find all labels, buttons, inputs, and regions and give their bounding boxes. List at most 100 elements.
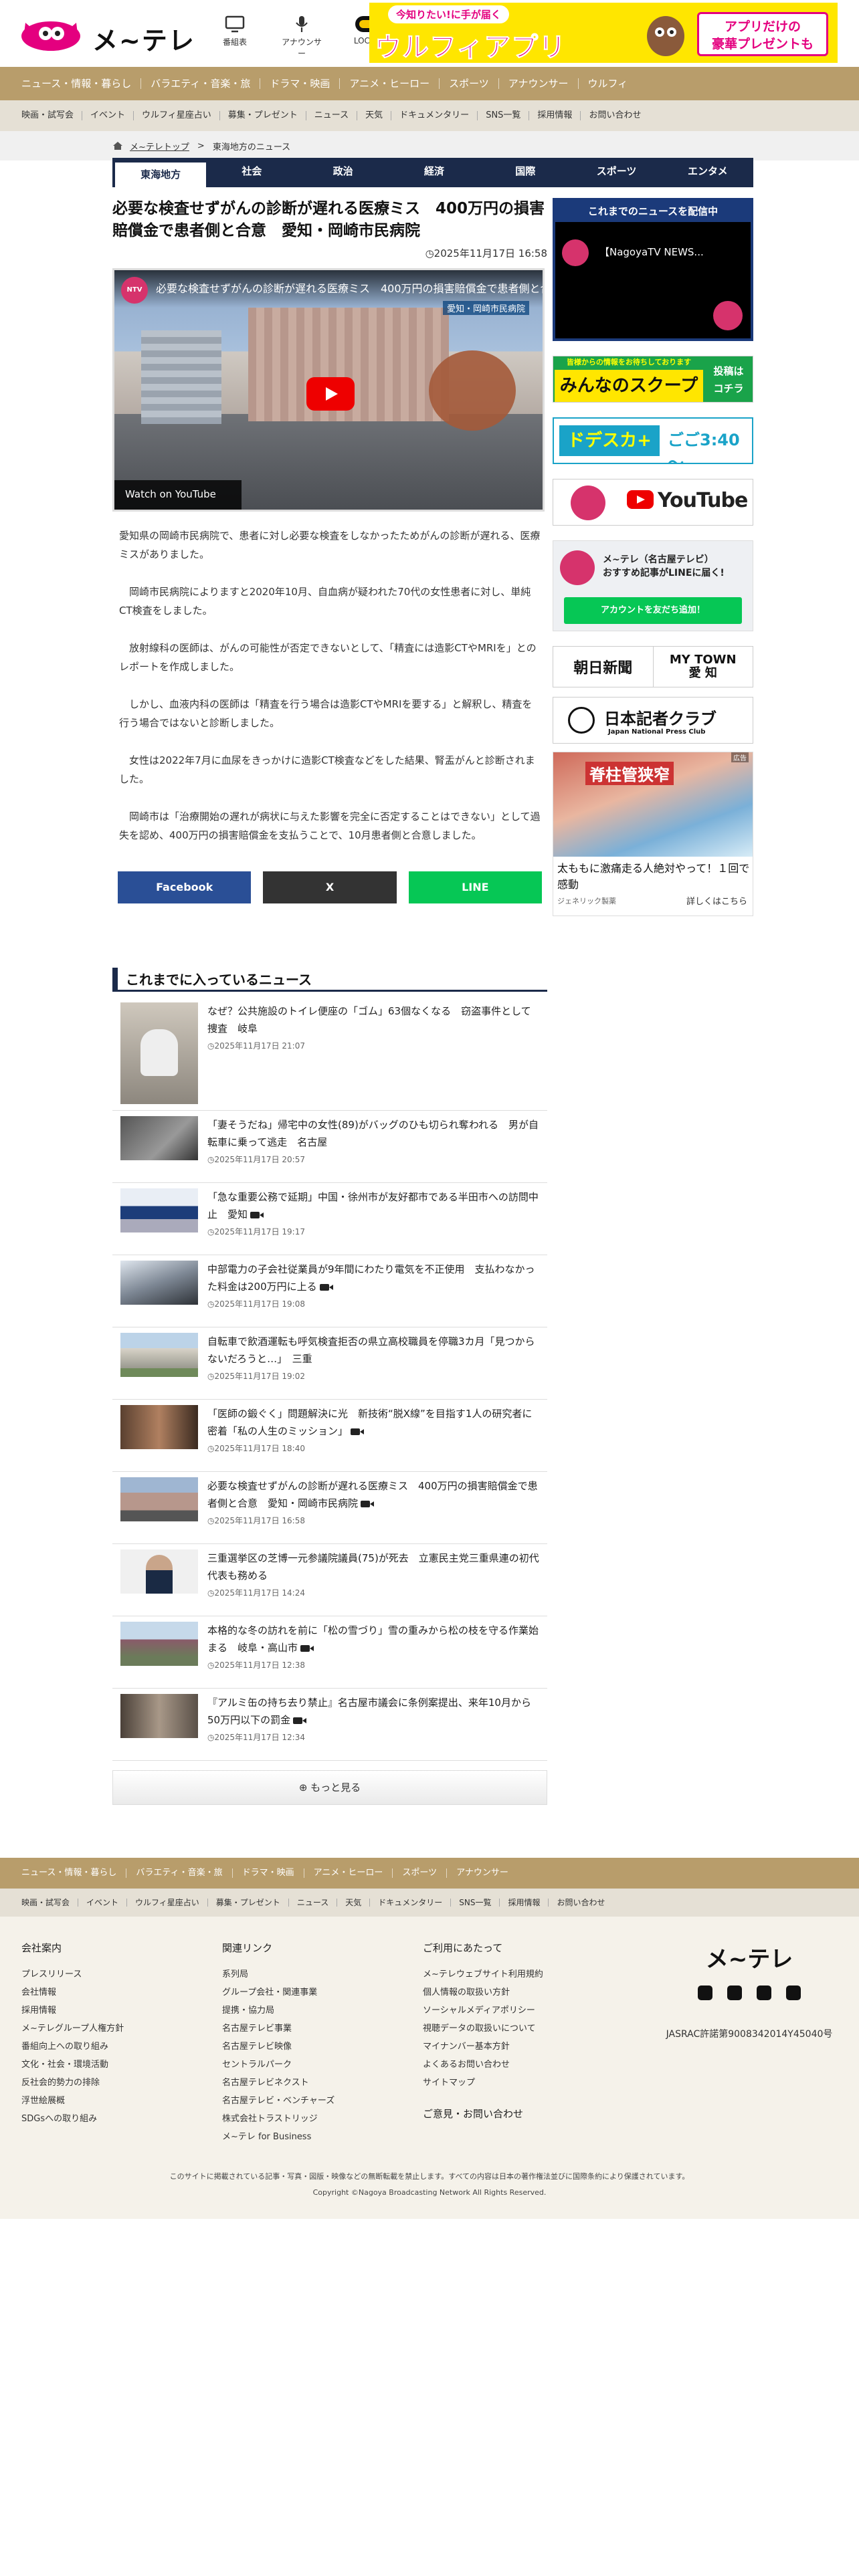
footer-nav-item[interactable]: スポーツ: [393, 1868, 448, 1878]
footer-link[interactable]: 名古屋テレビ・ベンチャーズ: [222, 2092, 403, 2110]
secondary-nav-item[interactable]: 天気: [357, 111, 392, 120]
primary-nav-item[interactable]: ドラマ・映画: [260, 78, 341, 89]
load-more-button[interactable]: ⊕ もっと見る: [112, 1770, 547, 1805]
line-share-button[interactable]: LINE: [408, 871, 542, 903]
facebook-share-button[interactable]: Facebook: [118, 871, 252, 903]
tab-society[interactable]: 社会: [206, 158, 297, 187]
footer-link[interactable]: 視聴データの取扱いについて: [423, 2020, 603, 2038]
youtube-icon[interactable]: [727, 1985, 742, 2000]
tab-sports[interactable]: スポーツ: [571, 158, 662, 187]
youtube-channel-banner[interactable]: YouTube: [553, 479, 753, 526]
footer-link[interactable]: メ~テレ for Business: [222, 2128, 403, 2146]
footer-link[interactable]: 番組向上への取り組み: [21, 2038, 202, 2056]
news-item[interactable]: 中部電力の子会社従業員が9年間にわたり電気を不正使用 支払わなかった料金は200…: [112, 1255, 547, 1327]
footer-link[interactable]: メ~テレウェブサイト利用規約: [423, 1965, 603, 1983]
news-item[interactable]: 必要な検査せずがんの診断が遅れる医療ミス 400万円の損害賠償金で患者側と合意 …: [112, 1472, 547, 1544]
youtube-video-player[interactable]: NTV 必要な検査せずがんの診断が遅れる医療ミス 400万円の損害賠償金で患者側…: [112, 268, 545, 512]
line-add-friend-button[interactable]: アカウントを友だち追加！: [564, 597, 742, 624]
x-icon[interactable]: [698, 1985, 712, 2000]
sponsored-ad[interactable]: 脊柱管狭窄 広告 太ももに激痛走る人絶対やって！１回で感動 ジェネリック製薬 詳…: [553, 752, 753, 916]
secondary-nav-item[interactable]: 採用情報: [529, 111, 581, 120]
footer-subnav-item[interactable]: お問い合わせ: [549, 1899, 613, 1907]
footer-link[interactable]: サイトマップ: [423, 2074, 603, 2092]
tab-tokai[interactable]: 東海地方: [115, 160, 207, 187]
ad-details-link[interactable]: 詳しくはこちら: [686, 894, 747, 907]
secondary-nav-item[interactable]: SNS一覧: [478, 111, 530, 120]
primary-nav-item[interactable]: スポーツ: [440, 78, 499, 89]
line-icon[interactable]: [757, 1985, 771, 2000]
news-item[interactable]: 『アルミ缶の持ち去り禁止』名古屋市議会に条例案提出、来年10月から50万円以下の…: [112, 1689, 547, 1761]
footer-link[interactable]: 系列局: [222, 1965, 403, 1983]
footer-link[interactable]: 採用情報: [21, 2002, 202, 2020]
footer-nav-item[interactable]: ニュース・情報・暮らし: [21, 1868, 127, 1878]
footer-subnav-item[interactable]: ウルフィ星座占い: [127, 1899, 208, 1907]
secondary-nav-item[interactable]: 映画・試写会: [21, 111, 83, 120]
footer-nav-item[interactable]: アナウンサー: [447, 1868, 518, 1878]
secondary-nav-item[interactable]: 募集・プレゼント: [220, 111, 306, 120]
news-item[interactable]: 「医師の鍛ぐく」問題解決に光 新技術“脱X線”を目指す1人の研究者に密着「私の人…: [112, 1400, 547, 1472]
footer-subnav-item[interactable]: 採用情報: [500, 1899, 549, 1907]
wolfy-app-banner[interactable]: 今知りたい!に手が届く ウルフィアプリ アプリだけの 豪華プレゼントも: [369, 3, 838, 63]
program-guide-link[interactable]: 番組表: [213, 15, 257, 59]
tiktok-icon[interactable]: [786, 1985, 801, 2000]
tab-politics[interactable]: 政治: [298, 158, 389, 187]
mytown-aichi-link[interactable]: MY TOWN 愛 知: [652, 647, 753, 687]
footer-link[interactable]: 株式会社トラストリッジ: [222, 2110, 403, 2128]
footer-link[interactable]: 名古屋テレビ映像: [222, 2038, 403, 2056]
video-title[interactable]: 必要な検査せずがんの診断が遅れる医療ミス 400万円の損害賠償金で患者側と合意: [156, 280, 543, 296]
footer-link[interactable]: よくあるお問い合わせ: [423, 2056, 603, 2074]
footer-link[interactable]: 個人情報の取扱い方針: [423, 1983, 603, 2002]
primary-nav-item[interactable]: ウルフィ: [579, 78, 638, 89]
footer-link[interactable]: プレスリリース: [21, 1965, 202, 1983]
minna-scoop-banner[interactable]: 皆様からの情報をお待ちしております みんなのスクープ 投稿は コチラ: [553, 356, 753, 403]
footer-link[interactable]: 名古屋テレビネクスト: [222, 2074, 403, 2092]
footer-link[interactable]: マイナンバー基本方針: [423, 2038, 603, 2056]
footer-nav-item[interactable]: ドラマ・映画: [233, 1868, 304, 1878]
primary-nav-item[interactable]: バラエティ・音楽・旅: [141, 78, 261, 89]
footer-nav-item[interactable]: アニメ・ヒーロー: [304, 1868, 393, 1878]
footer-link[interactable]: SDGsへの取り組み: [21, 2110, 202, 2128]
footer-subnav-item[interactable]: 映画・試写会: [21, 1899, 79, 1907]
secondary-nav-item[interactable]: ウルフィ星座占い: [134, 111, 220, 120]
play-button[interactable]: [306, 377, 355, 411]
footer-subnav-item[interactable]: SNS一覧: [451, 1899, 500, 1907]
footer-link[interactable]: グループ会社・関連事業: [222, 1983, 403, 2002]
footer-link[interactable]: 名古屋テレビ事業: [222, 2020, 403, 2038]
footer-subnav-item[interactable]: ドキュメンタリー: [370, 1899, 452, 1907]
news-item[interactable]: 「妻そうだね」帰宅中の女性(89)がバッグのひも切られ奪われる 男が自転車に乗っ…: [112, 1111, 547, 1183]
footer-link[interactable]: 浮世絵展概: [21, 2092, 202, 2110]
footer-link[interactable]: ソーシャルメディアポリシー: [423, 2002, 603, 2020]
japan-press-club-link[interactable]: 日本記者クラブ Japan National Press Club: [553, 697, 753, 744]
secondary-nav-item[interactable]: お問い合わせ: [581, 111, 649, 120]
footer-subnav-item[interactable]: ニュース: [289, 1899, 338, 1907]
footer-logo[interactable]: メ~テレ: [656, 1941, 843, 1973]
primary-nav-item[interactable]: アナウンサー: [499, 78, 579, 89]
breadcrumb-home-link[interactable]: メ~テレトップ: [130, 140, 189, 152]
live-stream-title[interactable]: 【NagoyaTV NEWS...: [599, 245, 704, 259]
primary-nav-item[interactable]: ニュース・情報・暮らし: [21, 78, 142, 89]
tab-economy[interactable]: 経済: [389, 158, 480, 187]
site-logo[interactable]: メ~テレ: [19, 16, 199, 56]
watch-on-youtube-link[interactable]: Watch on YouTube: [114, 480, 242, 510]
channel-avatar[interactable]: NTV: [121, 277, 148, 304]
secondary-nav-item[interactable]: イベント: [82, 111, 134, 120]
news-item[interactable]: 自転車で飲酒運転も呼気検査拒否の県立高校職員を停職3カ月「見つからないだろうと……: [112, 1327, 547, 1400]
asahi-shimbun-link[interactable]: 朝日新聞: [553, 647, 653, 687]
dodesuka-banner[interactable]: ドデスカ+ ごご3:40～: [553, 417, 753, 464]
footer-link[interactable]: 反社会的勢力の排除: [21, 2074, 202, 2092]
live-stream-widget[interactable]: これまでのニュースを配信中 【NagoyaTV NEWS...: [553, 198, 753, 341]
tab-entertainment[interactable]: エンタメ: [662, 158, 753, 187]
news-item[interactable]: なぜ？公共施設のトイレ便座の「ゴム」63個なくなる 窃盗事件として捜査 岐阜 ◷2…: [112, 997, 547, 1111]
announcer-link[interactable]: アナウンサー: [280, 15, 324, 59]
tab-international[interactable]: 国際: [480, 158, 571, 187]
footer-link[interactable]: メ~テレグループ人権方針: [21, 2020, 202, 2038]
news-item[interactable]: 三重選挙区の芝博一元参議院議員(75)が死去 立憲民主党三重県連の初代代表も務め…: [112, 1544, 547, 1616]
footer-link[interactable]: 会社情報: [21, 1983, 202, 2002]
footer-link[interactable]: セントラルパーク: [222, 2056, 403, 2074]
secondary-nav-item[interactable]: ドキュメンタリー: [391, 111, 478, 120]
primary-nav-item[interactable]: アニメ・ヒーロー: [340, 78, 440, 89]
news-item[interactable]: 本格的な冬の訪れを前に「松の雪づり」雪の重みから松の枝を守る作業始まる 岐阜・高…: [112, 1616, 547, 1689]
footer-contact-link[interactable]: ご意見・お問い合わせ: [423, 2107, 603, 2121]
x-share-button[interactable]: X: [263, 871, 397, 903]
footer-subnav-item[interactable]: イベント: [78, 1899, 128, 1907]
